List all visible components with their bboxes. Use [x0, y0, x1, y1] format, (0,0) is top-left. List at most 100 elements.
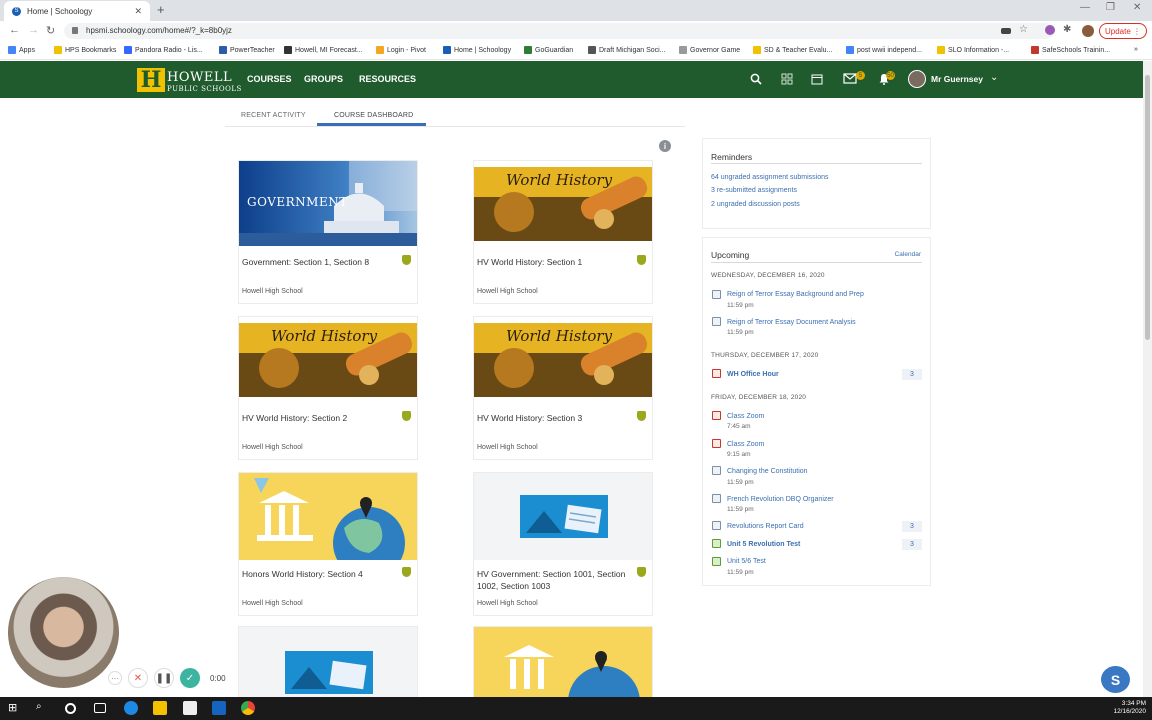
tab-recent-activity[interactable]: RECENT ACTIVITY [241, 112, 306, 119]
event-count-badge: 3 [902, 539, 922, 550]
file-explorer-icon[interactable] [153, 701, 167, 715]
course-card-partial[interactable] [238, 626, 418, 697]
store-icon[interactable] [183, 701, 197, 715]
event-title[interactable]: Reign of Terror Essay Document Analysis [727, 319, 856, 326]
reminder-link[interactable]: 3 re-submitted assignments [711, 187, 797, 194]
apps-grid-icon[interactable] [780, 73, 794, 87]
cancel-recording-icon[interactable]: ✕ [128, 668, 148, 688]
course-title[interactable]: HV World History: Section 3 [477, 412, 637, 424]
bookmark-item[interactable]: SafeSchools Trainin... [1031, 46, 1110, 54]
event-title[interactable]: Unit 5 Revolution Test [727, 541, 800, 548]
event-title[interactable]: Reign of Terror Essay Background and Pre… [727, 291, 864, 298]
event-title[interactable]: French Revolution DBQ Organizer [727, 496, 834, 503]
extension-icon[interactable] [1045, 25, 1055, 35]
close-tab-icon[interactable]: ✕ [134, 6, 142, 17]
browser-tab[interactable]: S Home | Schoology ✕ [4, 1, 150, 21]
bookmark-item[interactable]: Governor Game [679, 46, 740, 54]
back-icon[interactable]: ← [9, 24, 20, 36]
event-title[interactable]: WH Office Hour [727, 371, 779, 378]
search-icon[interactable] [749, 73, 763, 87]
user-name[interactable]: Mr Guernsey [931, 74, 983, 84]
webcam-overlay[interactable] [6, 575, 121, 690]
course-card[interactable]: World History HV World History: Section … [473, 160, 653, 304]
course-card[interactable]: HV Government: Section 1001, Section 100… [473, 472, 653, 616]
new-tab-icon[interactable]: + [157, 2, 165, 17]
restore-icon[interactable]: ❐ [1106, 2, 1115, 13]
taskbar-clock[interactable]: 3:34 PM 12/16/2020 [1113, 700, 1146, 716]
howell-logo-icon[interactable]: H [137, 67, 165, 93]
bookmark-item[interactable]: Draft Michigan Soci... [588, 46, 666, 54]
event-calendar-icon [712, 369, 721, 378]
update-button[interactable]: Update ⋮ [1099, 23, 1147, 39]
event-title[interactable]: Revolutions Report Card [727, 523, 804, 530]
minimize-icon[interactable]: — [1080, 2, 1090, 13]
reload-icon[interactable]: ↻ [46, 24, 55, 37]
event-title[interactable]: Class Zoom [727, 441, 764, 448]
bookmark-item[interactable]: SD & Teacher Evalu... [753, 46, 832, 54]
bookmark-star-icon[interactable]: ☆ [1019, 24, 1028, 35]
course-title[interactable]: Government: Section 1, Section 8 [242, 256, 402, 268]
event-title[interactable]: Class Zoom [727, 413, 764, 420]
more-bookmarks-icon[interactable]: » [1134, 46, 1138, 53]
user-avatar[interactable] [908, 70, 926, 88]
messages-icon[interactable] [843, 73, 857, 87]
nav-groups[interactable]: GROUPS [304, 74, 343, 84]
folder-icon [937, 46, 945, 54]
chrome-icon[interactable] [241, 701, 255, 715]
forward-icon[interactable]: → [28, 24, 39, 36]
course-card[interactable]: Honors World History: Section 4 Howell H… [238, 472, 418, 616]
pandora-icon [124, 46, 132, 54]
course-card-partial[interactable] [473, 626, 653, 720]
course-card[interactable]: GOVERNMENT Government: Section 1, Sectio… [238, 160, 418, 304]
schoology-help-button[interactable]: S [1101, 666, 1130, 693]
logo-text[interactable]: HOWELL [167, 70, 232, 85]
course-title[interactable]: HV World History: Section 1 [477, 256, 637, 268]
course-title[interactable]: HV World History: Section 2 [242, 412, 402, 424]
scrollbar-thumb[interactable] [1145, 75, 1150, 340]
task-view-icon[interactable] [94, 703, 106, 713]
nav-resources[interactable]: RESOURCES [359, 74, 416, 84]
close-window-icon[interactable]: ✕ [1133, 2, 1141, 13]
more-options-icon[interactable]: ⋯ [108, 671, 122, 685]
bookmark-item[interactable]: Login - Pivot [376, 46, 426, 54]
course-title[interactable]: HV Government: Section 1001, Section 100… [477, 568, 637, 592]
assignment-icon [712, 466, 721, 475]
search-icon[interactable]: ⌕ [36, 701, 50, 715]
windows-start-icon[interactable]: ⊞ [8, 701, 22, 715]
bookmark-item[interactable]: Home | Schoology [443, 46, 511, 54]
cast-icon[interactable] [1001, 28, 1011, 34]
event-time: 11:59 pm [727, 329, 754, 336]
course-title[interactable]: Honors World History: Section 4 [242, 568, 402, 580]
event-title[interactable]: Changing the Constitution [727, 468, 808, 475]
bookmark-item[interactable]: post wwii independ... [846, 46, 922, 54]
chevron-down-icon[interactable]: ⌄ [990, 72, 998, 83]
pause-recording-icon[interactable]: ❚❚ [154, 668, 174, 688]
course-card[interactable]: World History HV World History: Section … [473, 316, 653, 460]
event-title[interactable]: Unit 5/6 Test [727, 558, 766, 565]
bookmark-item[interactable]: Apps [8, 46, 35, 54]
extensions-puzzle-icon[interactable]: ✱ [1063, 24, 1071, 35]
course-card[interactable]: World History HV World History: Section … [238, 316, 418, 460]
bookmark-item[interactable]: GoGuardian [524, 46, 573, 54]
reminder-link[interactable]: 64 ungraded assignment submissions [711, 174, 829, 181]
mail-icon[interactable] [212, 701, 226, 715]
profile-avatar[interactable] [1082, 25, 1094, 37]
calendar-icon[interactable] [810, 73, 824, 87]
course-image: World History [474, 167, 652, 241]
nav-courses[interactable]: COURSES [247, 74, 292, 84]
cortana-icon[interactable] [65, 703, 76, 714]
calendar-link[interactable]: Calendar [895, 251, 921, 258]
bookmark-item[interactable]: Howell, MI Forecast... [284, 46, 363, 54]
bookmark-item[interactable]: HPS Bookmarks [54, 46, 116, 54]
finish-recording-icon[interactable]: ✓ [180, 668, 200, 688]
address-bar[interactable]: hpsmi.schoology.com/home#/?_k=8b0yjz [64, 23, 1054, 39]
bookmark-item[interactable]: Pandora Radio - Lis... [124, 46, 203, 54]
tab-course-dashboard[interactable]: COURSE DASHBOARD [334, 112, 413, 119]
bookmark-item[interactable]: SLO Information -... [937, 46, 1009, 54]
edge-icon[interactable] [124, 701, 138, 715]
bookmark-item[interactable]: PowerTeacher [219, 46, 275, 54]
info-icon[interactable]: i [659, 140, 671, 152]
pivot-icon [376, 46, 384, 54]
lock-icon [72, 27, 78, 34]
reminder-link[interactable]: 2 ungraded discussion posts [711, 201, 800, 208]
